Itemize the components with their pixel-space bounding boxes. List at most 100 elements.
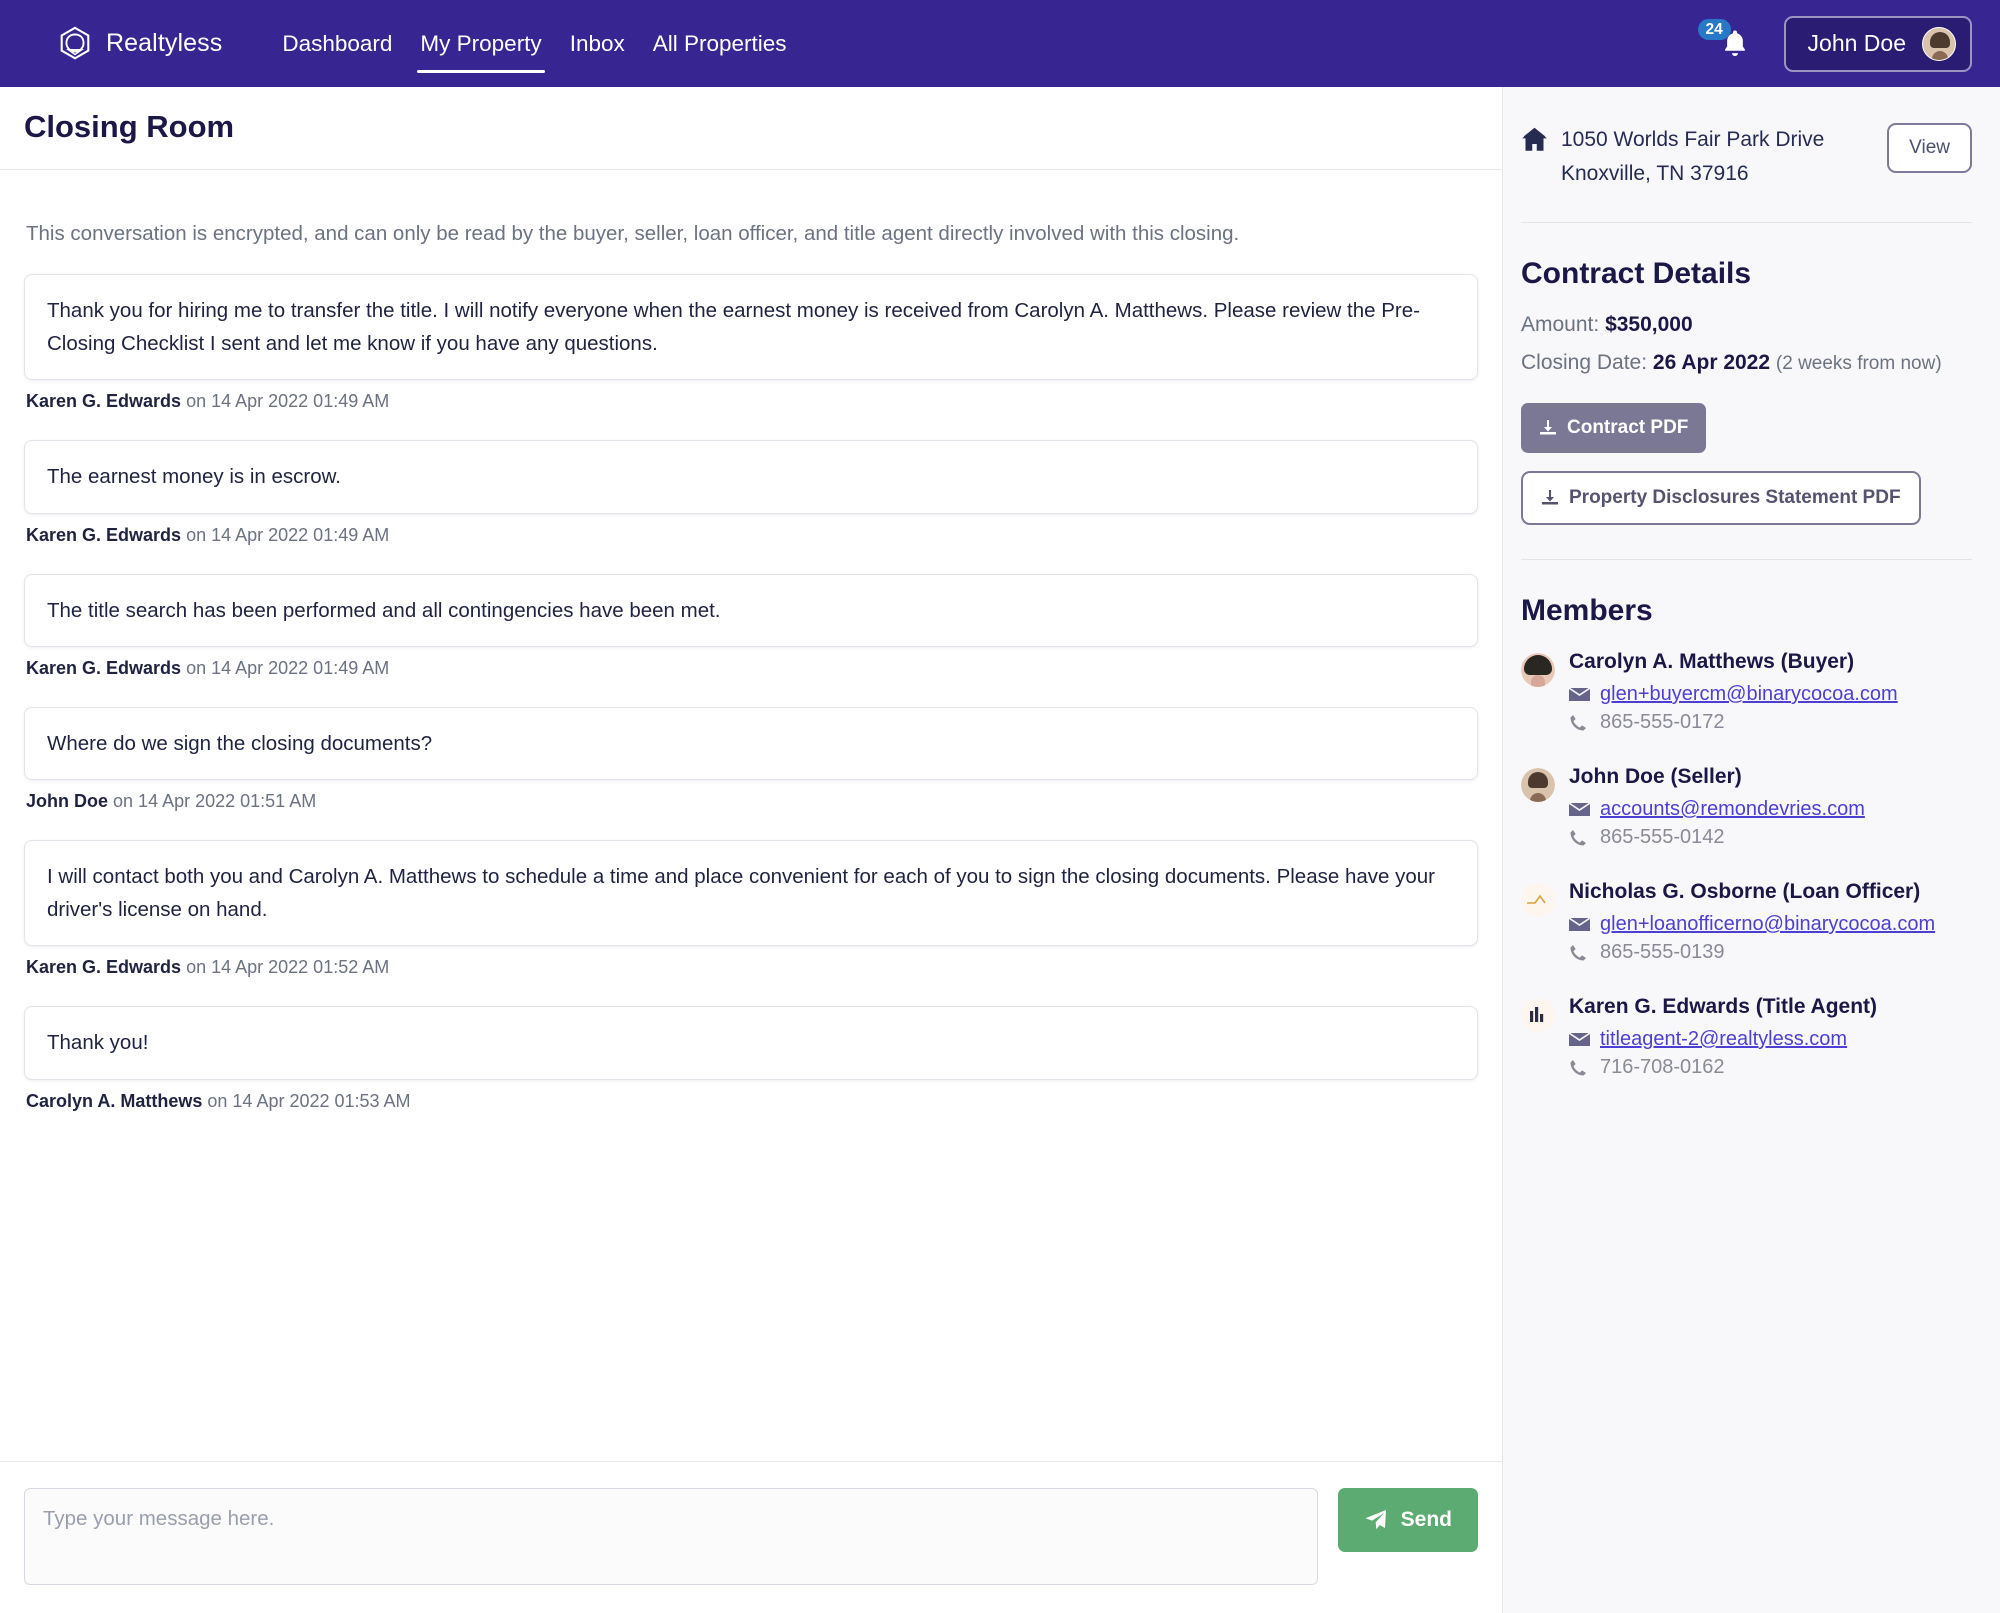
message-author: Carolyn A. Matthews: [26, 1090, 203, 1111]
member-name: Carolyn A. Matthews (Buyer): [1569, 650, 1855, 674]
phone-icon: [1569, 1059, 1591, 1077]
details-sidebar: 1050 Worlds Fair Park Drive Knoxville, T…: [1503, 87, 2000, 1613]
disclosures-pdf-row: Property Disclosures Statement PDF: [1521, 453, 1972, 526]
chart-line-icon: [1521, 883, 1555, 918]
contract-pdf-button[interactable]: Contract PDF: [1521, 403, 1707, 454]
phone-icon: [1569, 829, 1591, 847]
sidebar-divider: [1521, 222, 1972, 224]
message-bubble: Where do we sign the closing documents?: [24, 706, 1478, 781]
send-button[interactable]: Send: [1337, 1488, 1478, 1552]
nav-right-cluster: 24 John Doe: [1697, 15, 1972, 72]
member-email[interactable]: titleagent-2@realtyless.com: [1600, 1028, 1847, 1051]
member-phone: 865-555-0172: [1600, 711, 1725, 734]
closing-room-panel: Closing Room This conversation is encryp…: [0, 87, 1503, 1613]
message-bubble: I will contact both you and Carolyn A. M…: [24, 840, 1478, 947]
member-phone-line: 716-708-0162: [1569, 1056, 1972, 1079]
member-item: John Doe (Seller) accounts@remondevries.…: [1521, 765, 1972, 854]
member-name: Nicholas G. Osborne (Loan Officer): [1569, 880, 1921, 904]
page-title: Closing Room: [24, 109, 235, 144]
member-email-line: titleagent-2@realtyless.com: [1569, 1028, 1972, 1051]
sidebar-divider: [1521, 559, 1972, 561]
member-email-line: accounts@remondevries.com: [1569, 798, 1972, 821]
message-input[interactable]: [24, 1488, 1318, 1585]
user-name-label: John Doe: [1807, 30, 1906, 56]
disclosures-pdf-label: Property Disclosures Statement PDF: [1569, 487, 1901, 509]
contract-pdf-label: Contract PDF: [1567, 417, 1689, 439]
contract-details-title: Contract Details: [1521, 257, 1752, 291]
member-name: John Doe (Seller): [1569, 765, 1742, 789]
property-address-line2: Knoxville, TN 37916: [1561, 161, 1749, 185]
download-icon: [1539, 419, 1557, 437]
user-menu-button[interactable]: John Doe: [1783, 15, 1972, 72]
property-summary: 1050 Worlds Fair Park Drive Knoxville, T…: [1521, 115, 1972, 190]
message-timestamp: on 14 Apr 2022 01:53 AM: [207, 1090, 411, 1111]
message-timestamp: on 14 Apr 2022 01:52 AM: [186, 957, 390, 978]
message-timestamp: on 14 Apr 2022 01:49 AM: [186, 524, 390, 545]
envelope-icon: [1569, 1032, 1591, 1047]
message-author: Karen G. Edwards: [26, 657, 182, 678]
contract-amount-label: Amount:: [1521, 313, 1600, 337]
app-root: Realtyless Dashboard My Property Inbox A…: [0, 0, 2000, 1613]
message-meta: John Doe on 14 Apr 2022 01:51 AM: [24, 791, 1478, 812]
nav-link-all-properties[interactable]: All Properties: [639, 0, 801, 87]
message-author: Karen G. Edwards: [26, 524, 182, 545]
download-icon: [1541, 489, 1559, 507]
contract-closing-note: (2 weeks from now): [1775, 353, 1942, 375]
member-body: John Doe (Seller) accounts@remondevries.…: [1569, 765, 1972, 854]
avatar: [1521, 653, 1555, 688]
page-body: Closing Room This conversation is encryp…: [0, 87, 2000, 1613]
contract-closing-value: 26 Apr 2022: [1652, 351, 1771, 375]
contract-closing-row: Closing Date: 26 Apr 2022 (2 weeks from …: [1521, 351, 1972, 375]
member-body: Karen G. Edwards (Title Agent) titleagen…: [1569, 995, 1972, 1084]
nav-link-inbox[interactable]: Inbox: [556, 0, 639, 87]
members-title: Members: [1521, 594, 1653, 628]
member-item: Karen G. Edwards (Title Agent) titleagen…: [1521, 995, 1972, 1084]
member-email[interactable]: accounts@remondevries.com: [1600, 798, 1865, 821]
member-phone-line: 865-555-0142: [1569, 826, 1972, 849]
message-meta: Karen G. Edwards on 14 Apr 2022 01:49 AM: [24, 391, 1478, 412]
message-item: The title search has been performed and …: [24, 573, 1478, 679]
message-timestamp: on 14 Apr 2022 01:49 AM: [186, 391, 390, 412]
member-phone-line: 865-555-0172: [1569, 711, 1972, 734]
contract-amount-value: $350,000: [1605, 313, 1693, 337]
member-body: Nicholas G. Osborne (Loan Officer) glen+…: [1569, 880, 1972, 969]
top-navigation-bar: Realtyless Dashboard My Property Inbox A…: [0, 0, 2000, 87]
property-address: 1050 Worlds Fair Park Drive Knoxville, T…: [1559, 123, 1873, 190]
message-item: Thank you! Carolyn A. Matthews on 14 Apr…: [24, 1006, 1478, 1111]
message-item: I will contact both you and Carolyn A. M…: [24, 840, 1478, 978]
notifications-button[interactable]: 24: [1697, 18, 1758, 67]
property-disclosures-pdf-button[interactable]: Property Disclosures Statement PDF: [1521, 471, 1921, 526]
message-bubble: The title search has been performed and …: [24, 573, 1478, 647]
member-name: Karen G. Edwards (Title Agent): [1569, 995, 1878, 1019]
message-meta: Carolyn A. Matthews on 14 Apr 2022 01:53…: [24, 1091, 1478, 1112]
conversation-list: This conversation is encrypted, and can …: [0, 170, 1502, 1461]
member-email-line: glen+loanofficerno@binarycocoa.com: [1569, 913, 1972, 936]
notification-count-badge: 24: [1697, 18, 1731, 40]
hexagon-logo-icon: [56, 25, 94, 63]
message-composer: Send: [0, 1461, 1502, 1613]
envelope-icon: [1569, 917, 1591, 932]
send-button-label: Send: [1400, 1508, 1452, 1531]
member-email[interactable]: glen+loanofficerno@binarycocoa.com: [1600, 913, 1935, 936]
phone-icon: [1569, 944, 1591, 962]
member-email-line: glen+buyercm@binarycocoa.com: [1569, 683, 1972, 706]
member-phone: 865-555-0139: [1600, 941, 1725, 964]
nav-link-dashboard[interactable]: Dashboard: [268, 0, 406, 87]
contract-closing-label: Closing Date:: [1521, 351, 1648, 375]
message-item: Where do we sign the closing documents? …: [24, 706, 1478, 812]
bar-chart-icon: [1521, 998, 1555, 1033]
message-item: The earnest money is in escrow. Karen G.…: [24, 440, 1478, 545]
contract-pdf-row: Contract PDF: [1521, 389, 1972, 454]
message-author: Karen G. Edwards: [26, 391, 182, 412]
nav-link-my-property[interactable]: My Property: [406, 0, 555, 87]
message-timestamp: on 14 Apr 2022 01:51 AM: [113, 791, 317, 812]
brand-logo-link[interactable]: Realtyless: [56, 25, 222, 63]
message-item: Thank you for hiring me to transfer the …: [24, 274, 1478, 412]
envelope-icon: [1569, 687, 1591, 702]
view-property-button[interactable]: View: [1887, 123, 1972, 173]
member-email[interactable]: glen+buyercm@binarycocoa.com: [1600, 683, 1898, 706]
message-meta: Karen G. Edwards on 14 Apr 2022 01:52 AM: [24, 957, 1478, 978]
member-phone: 716-708-0162: [1600, 1056, 1725, 1079]
nav-links: Dashboard My Property Inbox All Properti…: [268, 0, 800, 87]
envelope-icon: [1569, 802, 1591, 817]
